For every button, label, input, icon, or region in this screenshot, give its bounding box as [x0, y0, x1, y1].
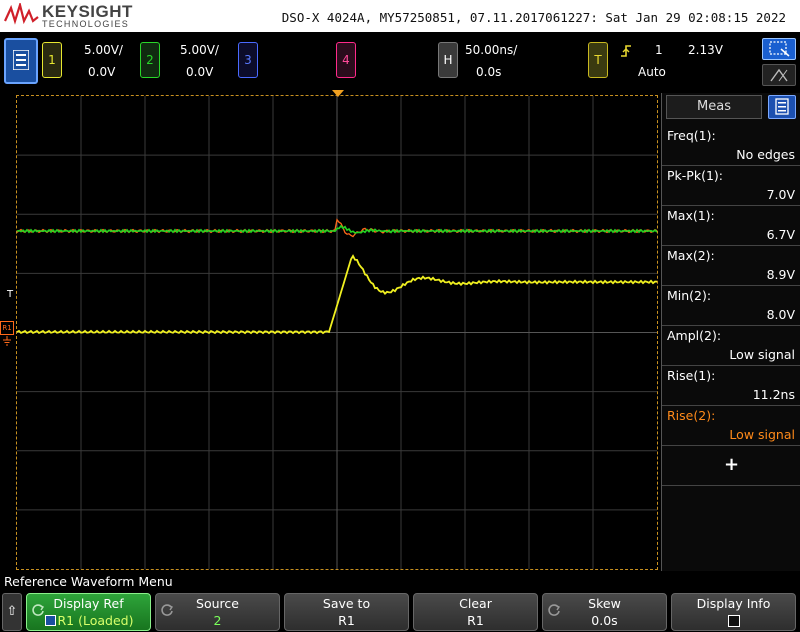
meas-value: Low signal [729, 347, 795, 362]
main-menu-button[interactable] [4, 38, 38, 84]
horizontal-button[interactable]: H [438, 42, 458, 78]
menu-icon [12, 49, 30, 71]
meas-value: 8.9V [766, 267, 795, 282]
meas-row-pkpk1[interactable]: Pk-Pk(1): 7.0V [662, 166, 800, 206]
timebase-value: 50.00ns/ [465, 43, 518, 57]
trigger-source: 1 [655, 43, 663, 57]
softkey-clear[interactable]: Clear R1 [413, 593, 538, 631]
title-banner: KEYSIGHT TECHNOLOGIES DSO-X 4024A, MY572… [0, 0, 800, 32]
channel-2-scale: 5.00V/ [180, 43, 219, 57]
delay-value: 0.0s [476, 65, 502, 79]
waveform-display[interactable] [16, 95, 658, 570]
meas-row-ampl2[interactable]: Ampl(2): Low signal [662, 326, 800, 366]
meas-name: Ampl(2): [667, 328, 722, 343]
panel-list-icon[interactable] [768, 95, 796, 119]
softkey-label: Display Ref [53, 596, 124, 611]
display-info-checkbox[interactable] [728, 615, 740, 627]
meas-name: Rise(2): [667, 408, 716, 423]
meas-value: 7.0V [766, 187, 795, 202]
graticule [16, 96, 658, 569]
back-button[interactable]: ⇧ [2, 593, 22, 631]
list-icon [775, 98, 789, 115]
meas-row-min2[interactable]: Min(2): 8.0V [662, 286, 800, 326]
meas-name: Max(1): [667, 208, 715, 223]
brand-subtitle: TECHNOLOGIES [42, 19, 130, 29]
meas-row-rise1[interactable]: Rise(1): 11.2ns [662, 366, 800, 406]
meas-row-freq1[interactable]: Freq(1): No edges [662, 126, 800, 166]
slope-icon [770, 68, 788, 82]
ground-icon [3, 336, 11, 346]
trigger-level: 2.13V [688, 43, 723, 57]
channel-2-offset: 0.0V [186, 65, 214, 79]
softkey-label: Save to [322, 596, 371, 611]
trigger-button[interactable]: T [588, 42, 608, 78]
softkey-source[interactable]: Source 2 [155, 593, 280, 631]
channel-4-button[interactable]: 4 [336, 42, 356, 78]
meas-name: Min(2): [667, 288, 712, 303]
softkey-label: Display Info [696, 596, 771, 611]
meas-value: Low signal [729, 427, 795, 442]
softkey-save-to[interactable]: Save to R1 [284, 593, 409, 631]
meas-row-rise2[interactable]: Rise(2): Low signal [662, 406, 800, 446]
meas-value: 6.7V [766, 227, 795, 242]
softkey-skew[interactable]: Skew 0.0s [542, 593, 667, 631]
channel-3-button[interactable]: 3 [238, 42, 258, 78]
channel-1-button[interactable]: 1 [42, 42, 62, 78]
meas-value: No edges [736, 147, 795, 162]
ref-r1-marker[interactable]: R1 [0, 321, 14, 335]
softkey-value: 2 [213, 613, 222, 628]
meas-row-max1[interactable]: Max(1): 6.7V [662, 206, 800, 246]
trigger-level-marker: T [7, 289, 14, 300]
softkey-value: R1 [467, 613, 484, 628]
trigger-position-marker[interactable] [332, 90, 344, 98]
display-ref-checkbox [45, 615, 56, 626]
keysight-logo-icon [4, 3, 39, 25]
meas-name: Pk-Pk(1): [667, 168, 723, 183]
slope-button[interactable] [762, 64, 796, 86]
channel-2-button[interactable]: 2 [140, 42, 160, 78]
channel-bar: 1 5.00V/ 0.0V 2 5.00V/ 0.0V 3 4 H 50.00n… [0, 32, 800, 92]
meas-row-max2[interactable]: Max(2): 8.9V [662, 246, 800, 286]
meas-tab[interactable]: Meas [666, 95, 762, 119]
instrument-info: DSO-X 4024A, MY57250851, 07.11.201706122… [281, 10, 786, 25]
softkey-label: Clear [459, 596, 492, 611]
softkey-display-ref[interactable]: Display Ref R1 (Loaded) [26, 593, 151, 631]
touch-button[interactable] [762, 38, 796, 60]
softkey-label: Skew [588, 596, 621, 611]
meas-value: 11.2ns [752, 387, 795, 402]
softkey-label: Source [196, 596, 239, 611]
measurements-panel: Meas Freq(1): No edges Pk-Pk(1): 7.0V Ma… [661, 93, 800, 571]
add-measurement-button[interactable]: + [662, 446, 800, 486]
channel-1-offset: 0.0V [88, 65, 116, 79]
meas-name: Rise(1): [667, 368, 716, 383]
meas-value: 8.0V [766, 307, 795, 322]
softkey-value: R1 [338, 613, 355, 628]
meas-name: Max(2): [667, 248, 715, 263]
softkey-menu-title: Reference Waveform Menu [4, 574, 173, 589]
channel-1-scale: 5.00V/ [84, 43, 123, 57]
meas-name: Freq(1): [667, 128, 716, 143]
softkey-value: 0.0s [591, 613, 618, 628]
trigger-edge-icon [621, 45, 631, 57]
touch-zoom-icon [769, 41, 790, 57]
trigger-mode: Auto [638, 65, 666, 79]
softkey-display-info[interactable]: Display Info [671, 593, 796, 631]
